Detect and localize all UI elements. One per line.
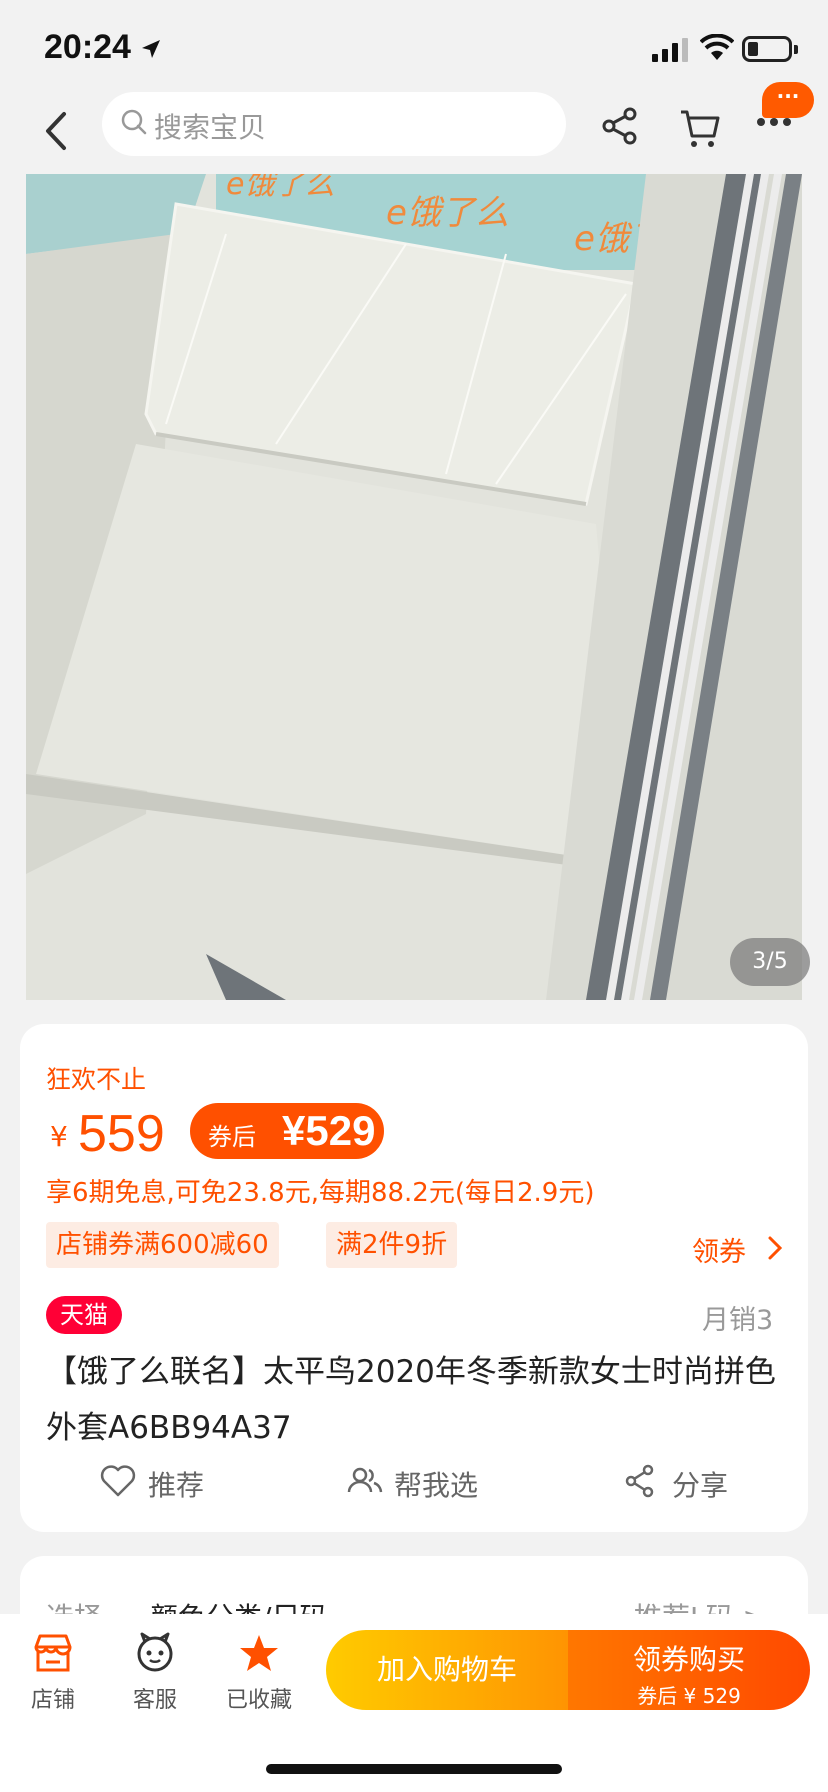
share-icon[interactable] [600, 106, 640, 146]
cellular-signal-icon [652, 38, 688, 62]
battery-icon [742, 36, 798, 62]
nav-bar: 搜索宝贝 ··· [0, 82, 828, 174]
shop-button[interactable]: 店铺 [8, 1628, 98, 1714]
favorite-button[interactable]: 已收藏 [214, 1628, 304, 1714]
share-icon [625, 1464, 654, 1498]
status-time: 20:24 [44, 28, 131, 66]
coupon-label: 券后 [208, 1123, 256, 1151]
help-me-choose-button[interactable]: 帮我选 [346, 1464, 478, 1504]
customer-service-label: 客服 [132, 1688, 177, 1713]
gallery-page-indicator: 3/5 [730, 938, 810, 986]
message-badge[interactable]: ··· [762, 82, 814, 118]
monthly-sales: 月销3 [702, 1305, 774, 1336]
share-label: 分享 [672, 1469, 729, 1502]
brand-logo-1: e饿了么 [226, 174, 334, 202]
chevron-right-icon[interactable] [766, 1235, 784, 1261]
cart-icon[interactable] [678, 106, 722, 150]
star-icon [240, 1635, 278, 1671]
product-image[interactable]: e饿了么 e饿了么 e饿了么 [26, 174, 802, 1000]
search-icon [121, 109, 147, 135]
product-info-card: 狂欢不止 ¥ 559 券后 ¥529 享6期免息,可免23.8元,每期88.2元… [20, 1024, 808, 1532]
heart-icon [100, 1465, 136, 1497]
installment-info: 享6期免息,可免23.8元,每期88.2元(每日2.9元) [46, 1178, 595, 1208]
home-indicator[interactable] [266, 1764, 562, 1774]
discount-tag[interactable]: 满2件9折 [326, 1222, 458, 1268]
help-me-choose-label: 帮我选 [394, 1469, 479, 1502]
jacket-pocket-photo: e饿了么 e饿了么 e饿了么 [26, 174, 802, 1000]
brand-logo-2: e饿了么 [386, 193, 509, 233]
promo-label: 狂欢不止 [46, 1065, 147, 1094]
shop-label: 店铺 [30, 1688, 75, 1713]
tmall-badge: 天猫 [46, 1296, 122, 1334]
shop-coupon-tag[interactable]: 店铺券满600减60 [46, 1222, 279, 1268]
wifi-icon [700, 34, 734, 60]
get-coupon-link[interactable]: 领券 [692, 1230, 746, 1269]
coupon-buy-subtitle: 券后 ¥ 529 [637, 1684, 741, 1708]
add-to-cart-button[interactable]: 加入购物车 [326, 1630, 568, 1710]
coupon-buy-button[interactable]: 领券购买 券后 ¥ 529 [568, 1630, 810, 1710]
currency-symbol: ¥ [50, 1120, 68, 1153]
search-placeholder: 搜索宝贝 [154, 111, 267, 144]
shop-icon [34, 1634, 72, 1672]
recommend-button[interactable]: 推荐 [100, 1464, 204, 1504]
status-bar: 20:24 [0, 0, 828, 96]
location-arrow-icon [142, 40, 160, 58]
people-icon [347, 1467, 383, 1493]
customer-service-button[interactable]: 客服 [110, 1628, 200, 1714]
recommend-label: 推荐 [148, 1469, 205, 1502]
customer-service-icon [137, 1632, 173, 1672]
back-icon[interactable] [36, 106, 80, 156]
coupon-price-badge: 券后 ¥529 [190, 1103, 384, 1159]
favorite-label: 已收藏 [225, 1688, 292, 1713]
coupon-buy-title: 领券购买 [632, 1643, 745, 1676]
search-input[interactable]: 搜索宝贝 [102, 92, 566, 156]
share-button[interactable]: 分享 [624, 1464, 728, 1504]
product-title: 【饿了么联名】太平鸟2020年冬季新款女士时尚拼色外套A6BB94A37 [46, 1354, 776, 1446]
price: 559 [78, 1105, 165, 1163]
coupon-price: ¥529 [282, 1107, 376, 1154]
